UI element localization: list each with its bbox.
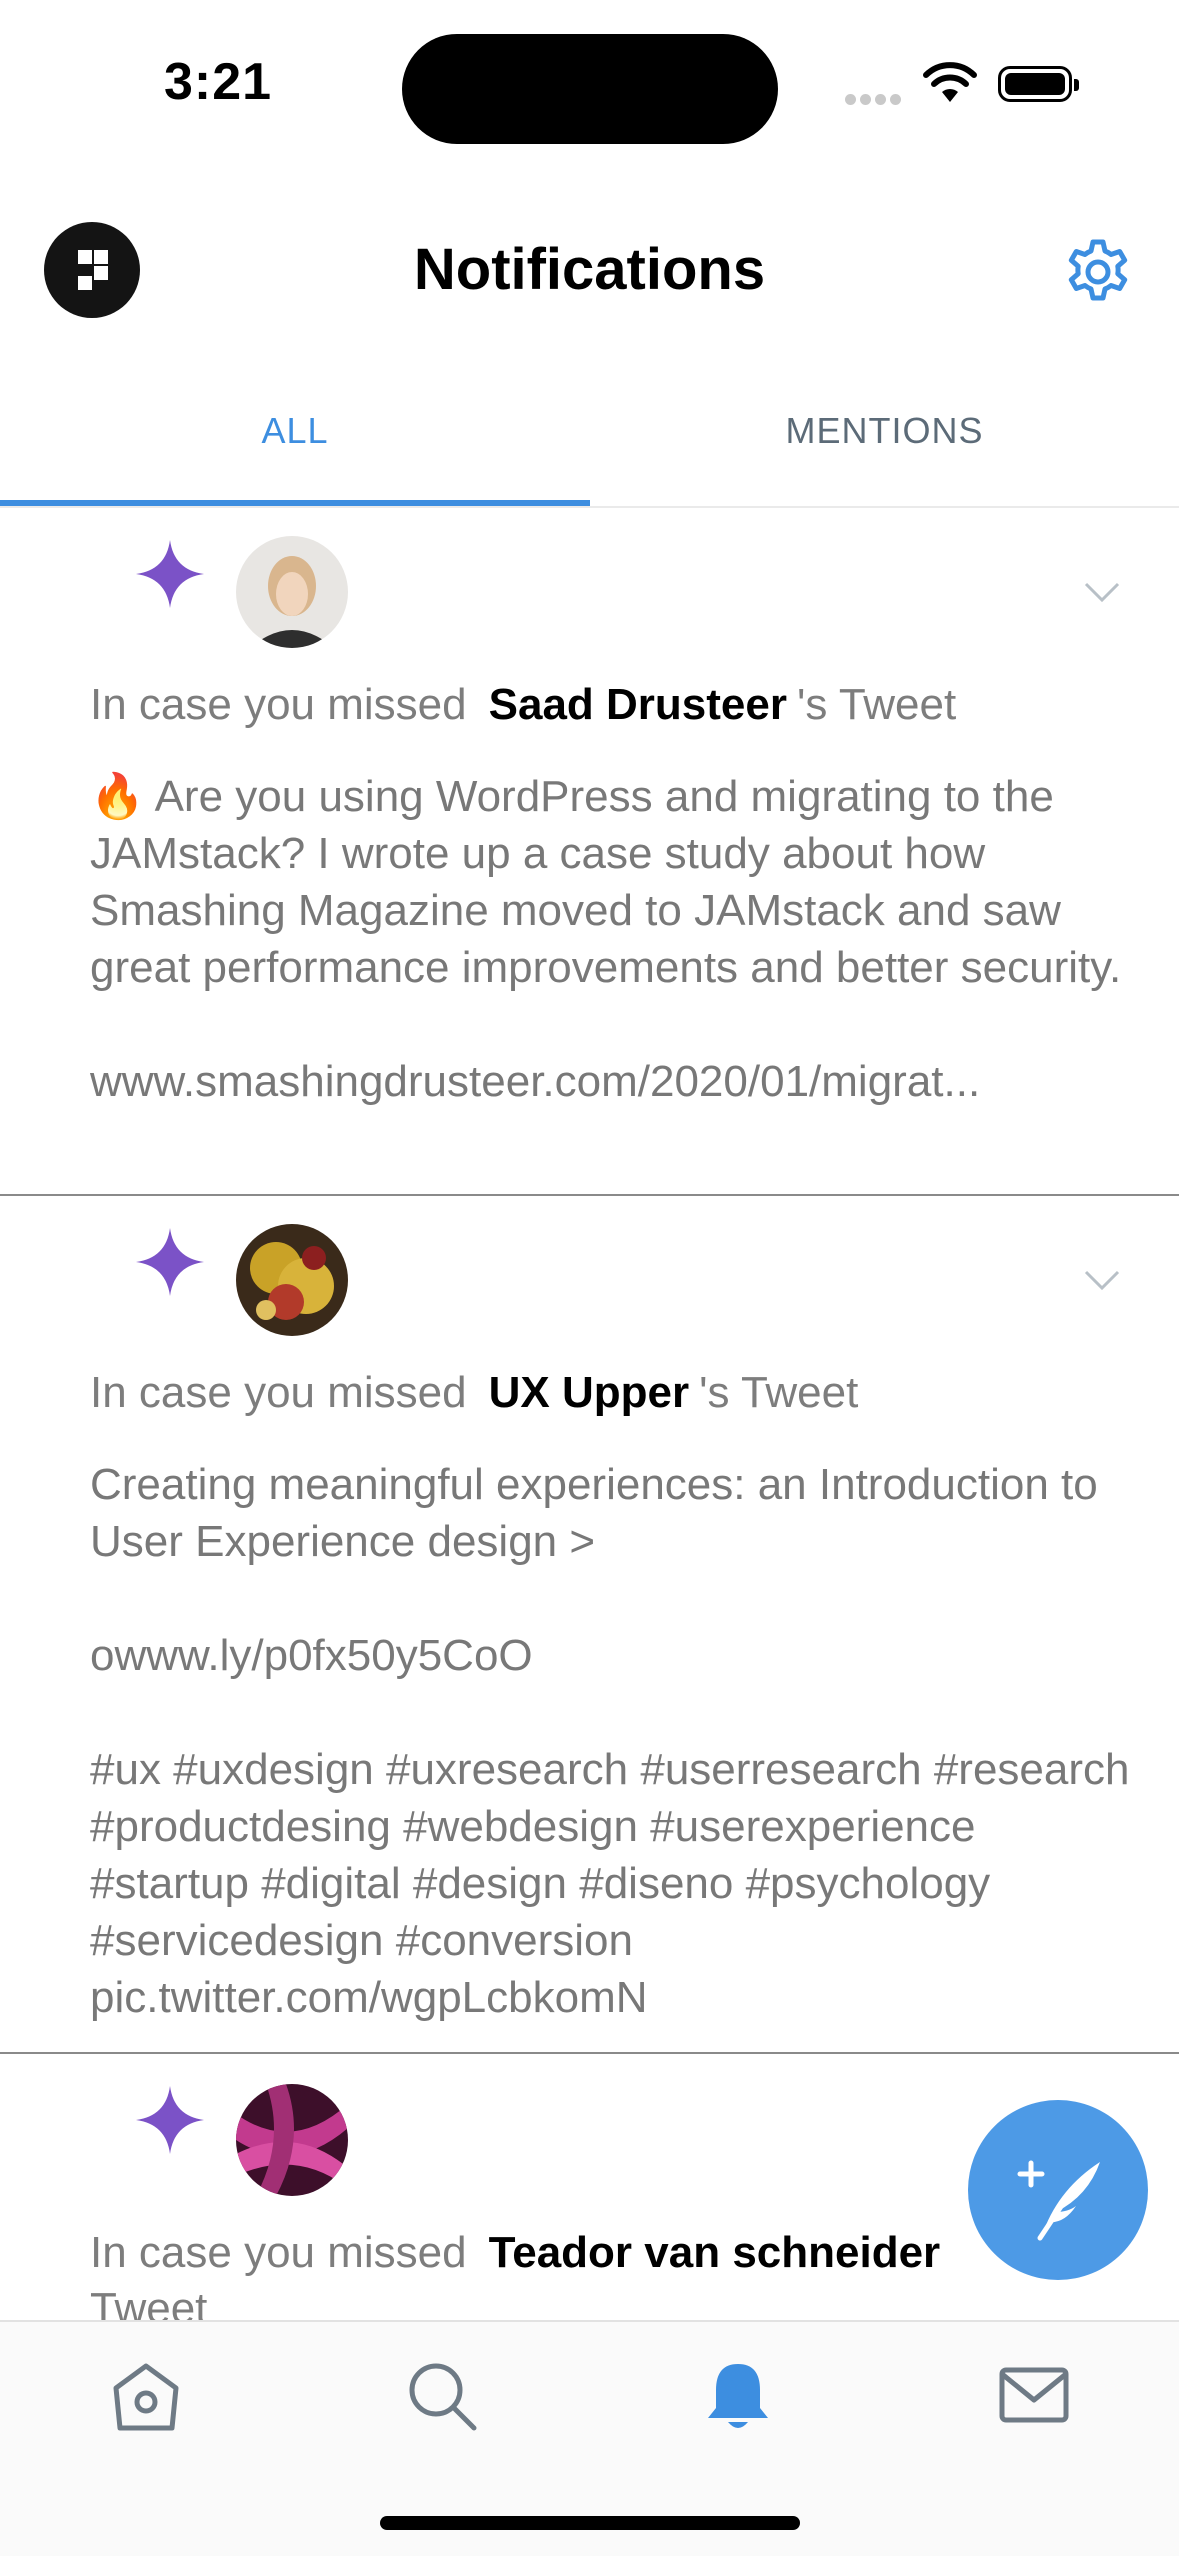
settings-gear-icon[interactable] [1062, 236, 1134, 308]
mail-icon[interactable] [996, 2358, 1072, 2434]
notification-user-name[interactable]: Saad Drusteer [489, 680, 787, 729]
compose-tweet-button[interactable] [968, 2100, 1148, 2280]
notification-header: In case you missed Teador van schneider [90, 2228, 950, 2278]
battery-icon [998, 66, 1079, 102]
chevron-down-icon[interactable] [1082, 580, 1122, 604]
notification-prefix: In case you missed [90, 2228, 467, 2277]
tab-bar-divider [0, 506, 1179, 508]
bell-icon[interactable] [700, 2358, 776, 2434]
user-avatar[interactable] [236, 1224, 348, 1336]
notification-suffix-wrapped: Tweet [90, 2284, 208, 2320]
page-title: Notifications [413, 237, 766, 302]
notification-user-name[interactable]: Teador van schneider [489, 2228, 941, 2277]
notification-suffix: 's Tweet [796, 680, 957, 729]
sparkle-icon [136, 2086, 204, 2154]
notification-user-name[interactable]: UX Upper [489, 1368, 689, 1417]
status-time: 3:21 [164, 53, 273, 111]
sparkle-icon [136, 540, 204, 608]
notification-suffix: 's Tweet [699, 1368, 859, 1417]
notification-prefix: In case you missed [90, 1368, 467, 1417]
tweet-text[interactable]: Creating meaningful experiences: an Intr… [90, 1456, 1130, 2026]
tab-mentions[interactable]: MENTIONS [590, 410, 1179, 452]
compose-feather-icon [1017, 2160, 1100, 2241]
tweet-text[interactable]: 🔥 Are you using WordPress and migrating … [90, 768, 1130, 1110]
user-avatar[interactable] [236, 536, 348, 648]
wifi-icon [923, 62, 977, 102]
notification-divider [0, 2052, 1179, 2054]
tab-all[interactable]: ALL [0, 410, 590, 452]
search-icon[interactable] [404, 2358, 480, 2434]
sparkle-icon [136, 1228, 204, 1296]
notification-prefix: In case you missed [90, 680, 467, 729]
cellular-signal-icon [845, 92, 905, 110]
notification-divider [0, 1194, 1179, 1196]
home-indicator [380, 2516, 800, 2530]
user-avatar[interactable] [236, 2084, 348, 2196]
notification-header: In case you missed UX Upper's Tweet [90, 1368, 858, 1418]
dynamic-island [402, 34, 778, 144]
chevron-down-icon[interactable] [1082, 1268, 1122, 1292]
notification-header: In case you missed Saad Drusteer's Tweet [90, 680, 956, 730]
home-icon[interactable] [108, 2358, 184, 2434]
